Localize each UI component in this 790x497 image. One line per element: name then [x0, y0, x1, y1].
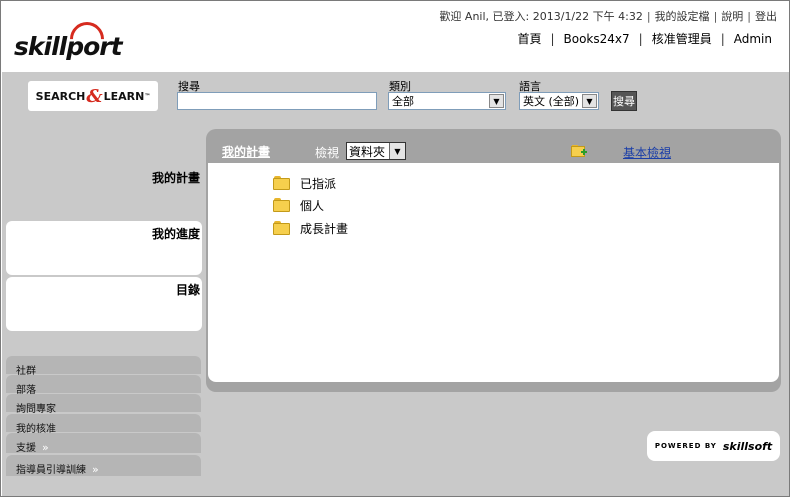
sidebar-link-community[interactable]: 社群: [6, 356, 201, 377]
user-bar: 歡迎 Anil, 已登入: 2013/1/22 下午 4:32 | 我的設定檔 | 說明…: [439, 10, 777, 23]
folder-item-personal[interactable]: 個人: [273, 195, 324, 215]
sidebar-item-my-plan[interactable]: 我的計畫: [6, 165, 202, 219]
app-window: skillport 歡迎 Anil, 已登入: 2013/1/22 下午 4:3…: [0, 0, 790, 497]
search-learn-logo-amp: &: [86, 85, 103, 107]
sidebar-item-catalog[interactable]: 目錄: [6, 277, 202, 331]
double-chevron-icon: »: [42, 441, 49, 454]
sidebar-link-my-approvals[interactable]: 我的核准: [6, 414, 201, 435]
folder-item-assigned[interactable]: 已指派: [273, 173, 336, 193]
skillsoft-logo: skillsoft: [722, 439, 773, 453]
view-label: 檢視: [315, 146, 340, 160]
powered-by-text: POWERED BY: [654, 442, 717, 450]
sidebar-link-label: 支援: [16, 443, 36, 454]
chevron-down-icon[interactable]: ▼: [389, 143, 405, 159]
nav-admin[interactable]: Admin: [734, 32, 772, 46]
top-nav: 首頁 | Books24x7 | 核准管理員 | Admin: [517, 32, 772, 46]
folder-label: 成長計畫: [300, 221, 349, 236]
search-learn-logo-tm: ™: [144, 92, 151, 100]
chevron-down-icon[interactable]: ▼: [489, 94, 504, 108]
folder-label: 個人: [300, 198, 325, 213]
powered-by-skillsoft: POWERED BY skillsoft: [647, 431, 780, 461]
nav-books24x7[interactable]: Books24x7: [564, 32, 630, 46]
category-select[interactable]: 全部 ▼: [388, 92, 506, 110]
sidebar-link-support[interactable]: 支援 »: [6, 433, 201, 454]
folder-label: 已指派: [300, 176, 337, 191]
language-select[interactable]: 英文 (全部) ▼: [519, 92, 599, 110]
logout-link[interactable]: 登出: [755, 10, 777, 23]
sidebar-link-ask-expert[interactable]: 詢問專家: [6, 394, 201, 415]
search-learn-logo: SEARCH & LEARN ™: [28, 81, 158, 111]
folder-icon: [273, 198, 290, 212]
sidebar-link-instructor-led[interactable]: 指導員引導訓練 »: [6, 455, 201, 476]
search-input[interactable]: [177, 92, 377, 110]
basic-view-link[interactable]: 基本檢視: [623, 144, 671, 161]
sidebar-item-label: 目錄: [175, 283, 200, 297]
folder-icon: [273, 176, 290, 190]
header: skillport 歡迎 Anil, 已登入: 2013/1/22 下午 4:3…: [2, 2, 789, 72]
sidebar-item-label: 我的計畫: [151, 171, 200, 185]
sidebar-link-blogs[interactable]: 部落: [6, 375, 201, 396]
chevron-down-icon[interactable]: ▼: [582, 94, 597, 108]
view-select[interactable]: 資料夾 ▼: [346, 142, 406, 160]
view-value: 資料夾: [349, 144, 386, 159]
double-chevron-icon: »: [92, 463, 99, 476]
nav-home[interactable]: 首頁: [517, 32, 541, 46]
sidebar-item-my-progress[interactable]: 我的進度: [6, 221, 202, 275]
logo-text: skillport: [14, 32, 123, 61]
add-folder-icon[interactable]: [571, 142, 587, 158]
panel-title[interactable]: 我的計畫: [222, 143, 270, 160]
category-value: 全部: [392, 95, 414, 108]
skillport-logo[interactable]: skillport: [14, 14, 124, 66]
help-link[interactable]: 說明: [721, 10, 743, 23]
folder-item-growth-plan[interactable]: 成長計畫: [273, 218, 348, 238]
language-value: 英文 (全部): [523, 95, 580, 108]
search-button[interactable]: 搜尋: [611, 91, 637, 111]
search-learn-logo-search: SEARCH: [35, 89, 86, 103]
search-learn-logo-learn: LEARN: [103, 89, 145, 103]
profile-link[interactable]: 我的設定檔: [655, 10, 710, 23]
folder-icon: [273, 221, 290, 235]
sidebar-item-label: 我的進度: [151, 227, 200, 241]
welcome-text: 歡迎 Anil, 已登入: 2013/1/22 下午 4:32: [439, 10, 643, 23]
nav-approval-manager[interactable]: 核准管理員: [652, 32, 712, 46]
sidebar-link-label: 指導員引導訓練: [16, 465, 86, 476]
